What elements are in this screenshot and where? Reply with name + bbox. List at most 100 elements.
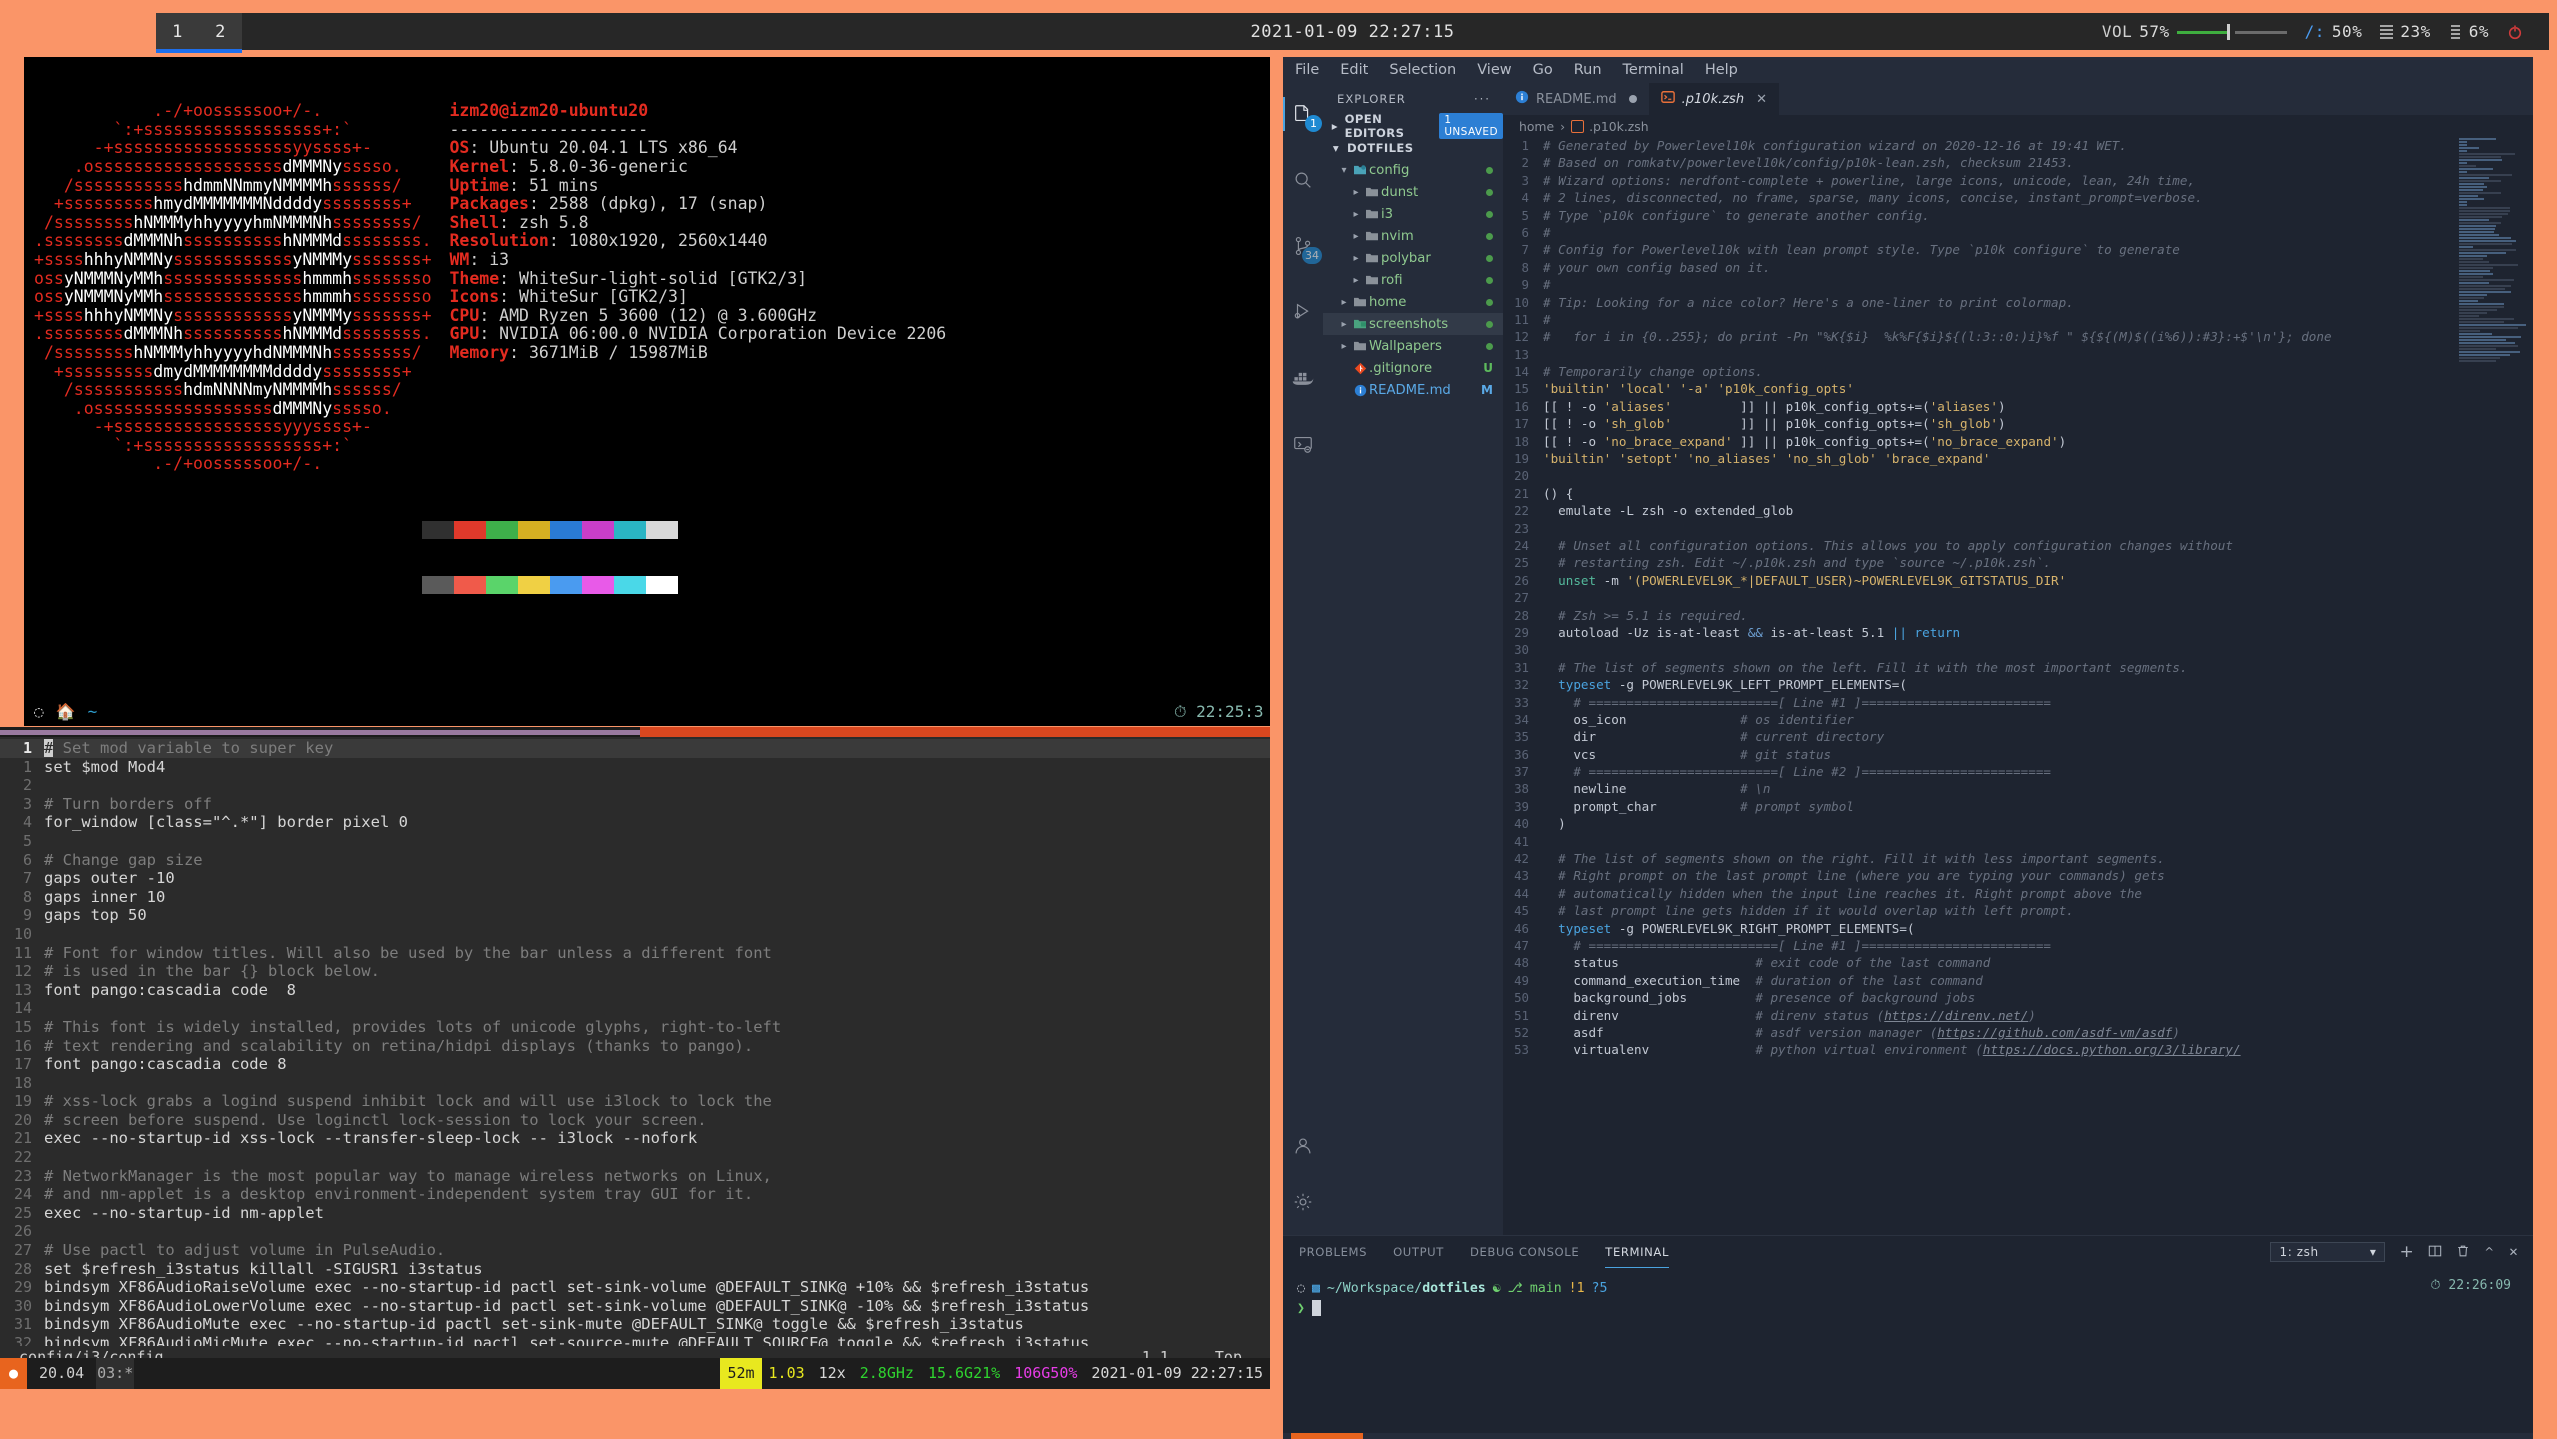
- code-line[interactable]: 47 # =========================[ Line #1 …: [1503, 937, 2533, 954]
- code-line[interactable]: 11#: [1503, 311, 2533, 328]
- code-line[interactable]: 53 virtualenv # python virtual environme…: [1503, 1041, 2533, 1058]
- close-icon[interactable]: ✕: [1756, 92, 1767, 107]
- vim-line[interactable]: 14: [0, 999, 1270, 1018]
- code-line[interactable]: 10# Tip: Looking for a nice color? Here'…: [1503, 294, 2533, 311]
- tree-item-rofi[interactable]: ▸rofi: [1323, 269, 1503, 291]
- code-line[interactable]: 2# Based on romkatv/powerlevel10k/config…: [1503, 154, 2533, 171]
- code-line[interactable]: 35 dir # current directory: [1503, 728, 2533, 745]
- code-line[interactable]: 7# Config for Powerlevel10k with lean pr…: [1503, 241, 2533, 258]
- uptime-indicator[interactable]: ⏱1.3 hrs: [2257, 1433, 2330, 1439]
- ellipsis-icon[interactable]: ···: [1474, 92, 1491, 106]
- code-line[interactable]: 37 # =========================[ Line #2 …: [1503, 763, 2533, 780]
- vim-buffer[interactable]: 1# Set mod variable to super key1set $mo…: [0, 737, 1270, 1389]
- tab-output[interactable]: OUTPUT: [1393, 1236, 1444, 1268]
- code-line[interactable]: 8# your own config based on it.: [1503, 259, 2533, 276]
- menu-help[interactable]: Help: [1705, 62, 1738, 78]
- code-line[interactable]: 36 vcs # git status: [1503, 746, 2533, 763]
- vim-line[interactable]: 24# and nm-applet is a desktop environme…: [0, 1185, 1270, 1204]
- eol[interactable]: LF: [2065, 1433, 2095, 1439]
- code-line[interactable]: 24 # Unset all configuration options. Th…: [1503, 537, 2533, 554]
- menu-terminal[interactable]: Terminal: [1623, 62, 1684, 78]
- tree-item-config[interactable]: ▾config: [1323, 159, 1503, 181]
- tree-item-dunst[interactable]: ▸dunst: [1323, 181, 1503, 203]
- vim-line[interactable]: 27# Use pactl to adjust volume in PulseA…: [0, 1241, 1270, 1260]
- breadcrumb[interactable]: home › .p10k.zsh: [1503, 115, 2533, 137]
- vim-line[interactable]: 31bindsym XF86AudioMute exec --no-startu…: [0, 1315, 1270, 1334]
- vim-line[interactable]: 23# NetworkManager is the most popular w…: [0, 1167, 1270, 1186]
- code-line[interactable]: 48 status # exit code of the last comman…: [1503, 954, 2533, 971]
- vim-line[interactable]: 4for_window [class="^.*"] border pixel 0: [0, 813, 1270, 832]
- indentation[interactable]: Spaces: 2: [1938, 1433, 2013, 1439]
- polybar-cpu[interactable]: 6%: [2449, 22, 2489, 41]
- editor-tab--p10k-zsh[interactable]: .p10k.zsh✕: [1649, 83, 1779, 115]
- code-line[interactable]: 29 autoload -Uz is-at-least && is-at-lea…: [1503, 624, 2533, 641]
- code-line[interactable]: 21() {: [1503, 485, 2533, 502]
- vim-line[interactable]: 18: [0, 1074, 1270, 1093]
- menu-view[interactable]: View: [1477, 62, 1511, 78]
- tree-item-i3[interactable]: ▸i3: [1323, 203, 1503, 225]
- language-mode[interactable]: Shell Script: [2094, 1433, 2179, 1439]
- code-line[interactable]: 32 typeset -g POWERLEVEL9K_LEFT_PROMPT_E…: [1503, 676, 2533, 693]
- vim-line[interactable]: 29bindsym XF86AudioRaiseVolume exec --no…: [0, 1278, 1270, 1297]
- vim-line[interactable]: 22: [0, 1148, 1270, 1167]
- vim-editor-window[interactable]: 1# Set mod variable to super key1set $mo…: [0, 727, 1270, 1389]
- tree-item-nvim[interactable]: ▸nvim: [1323, 225, 1503, 247]
- breadcrumb-file[interactable]: .p10k.zsh: [1589, 119, 1649, 134]
- power-icon[interactable]: [2507, 24, 2523, 40]
- editor-tab-readme-md[interactable]: README.md: [1503, 83, 1649, 115]
- code-line[interactable]: 17[[ ! -o 'sh_glob' ]] || p10k_config_op…: [1503, 415, 2533, 432]
- search-icon[interactable]: [1284, 161, 1322, 199]
- dirty-indicator[interactable]: [1629, 92, 1637, 107]
- tree-item-readme-md[interactable]: README.mdM: [1323, 379, 1503, 401]
- terminal-input-line[interactable]: ❯: [1297, 1298, 2533, 1318]
- vim-line[interactable]: 10: [0, 925, 1270, 944]
- vim-line[interactable]: 1set $mod Mod4: [0, 758, 1270, 777]
- polybar-volume[interactable]: VOL 57%: [2102, 22, 2287, 41]
- code-line[interactable]: 3# Wizard options: nerdfont-complete + p…: [1503, 172, 2533, 189]
- vim-line[interactable]: 13font pango:cascadia code 8: [0, 981, 1270, 1000]
- open-editors-section[interactable]: ▸ OPEN EDITORS 1 UNSAVED: [1323, 115, 1503, 137]
- code-line[interactable]: 31 # The list of segments shown on the l…: [1503, 659, 2533, 676]
- code-line[interactable]: 14# Temporarily change options.: [1503, 363, 2533, 380]
- vim-line[interactable]: 11# Font for window titles. Will also be…: [0, 944, 1270, 963]
- code-line[interactable]: 30: [1503, 641, 2533, 658]
- code-line[interactable]: 46 typeset -g POWERLEVEL9K_RIGHT_PROMPT_…: [1503, 920, 2533, 937]
- tree-item-polybar[interactable]: ▸polybar: [1323, 247, 1503, 269]
- remote-explorer-icon[interactable]: [1284, 425, 1322, 463]
- code-line[interactable]: 39 prompt_char # prompt symbol: [1503, 798, 2533, 815]
- docker-icon[interactable]: [1284, 359, 1322, 397]
- explorer-icon[interactable]: 1: [1284, 95, 1322, 133]
- integrated-terminal[interactable]: ◌ ▩ ~/Workspace/dotfiles ☯ ⎇ main !1 ?5 …: [1283, 1268, 2533, 1318]
- add-terminal-icon[interactable]: +: [2399, 1242, 2414, 1262]
- tree-item-wallpapers[interactable]: ▸Wallpapers: [1323, 335, 1503, 357]
- vim-line[interactable]: 26: [0, 1222, 1270, 1241]
- tab-problems[interactable]: PROBLEMS: [1299, 1236, 1367, 1268]
- volume-slider[interactable]: [2177, 23, 2287, 41]
- code-line[interactable]: 38 newline # \n: [1503, 780, 2533, 797]
- close-icon[interactable]: ✕: [2509, 1245, 2519, 1259]
- polybar-disk[interactable]: /: 50%: [2305, 22, 2363, 41]
- source-control-icon[interactable]: 34: [1284, 227, 1322, 265]
- dotfiles-root-section[interactable]: ▾ DOTFILES: [1323, 137, 1503, 159]
- code-line[interactable]: 23: [1503, 520, 2533, 537]
- vim-line[interactable]: 3# Turn borders off: [0, 795, 1270, 814]
- problems-indicator[interactable]: ⓘ 0 ▲ 0: [1363, 1433, 1435, 1439]
- code-line[interactable]: 19'builtin' 'setopt' 'no_aliases' 'no_sh…: [1503, 450, 2533, 467]
- code-line[interactable]: 5# Type `p10k configure` to generate ano…: [1503, 207, 2533, 224]
- code-line[interactable]: 43 # Right prompt on the last prompt lin…: [1503, 867, 2533, 884]
- vim-line[interactable]: 17font pango:cascadia code 8: [0, 1055, 1270, 1074]
- code-line[interactable]: 49 command_execution_time # duration of …: [1503, 972, 2533, 989]
- code-line[interactable]: 20: [1503, 467, 2533, 484]
- i3bar-workspace-2[interactable]: 03:*: [96, 1358, 134, 1389]
- code-line[interactable]: 12# for i in {0..255}; do print -Pn "%K{…: [1503, 328, 2533, 345]
- polybar-power[interactable]: [2507, 24, 2523, 40]
- vim-line[interactable]: 16# text rendering and scalability on re…: [0, 1037, 1270, 1056]
- code-line[interactable]: 13: [1503, 346, 2533, 363]
- split-terminal-icon[interactable]: [2428, 1244, 2442, 1261]
- tree-item-screenshots[interactable]: ▸screenshots: [1323, 313, 1503, 335]
- code-line[interactable]: 33 # =========================[ Line #1 …: [1503, 694, 2533, 711]
- menu-edit[interactable]: Edit: [1340, 62, 1368, 78]
- menu-file[interactable]: File: [1295, 62, 1319, 78]
- vim-line[interactable]: 21exec --no-startup-id xss-lock --transf…: [0, 1129, 1270, 1148]
- code-line[interactable]: 42 # The list of segments shown on the r…: [1503, 850, 2533, 867]
